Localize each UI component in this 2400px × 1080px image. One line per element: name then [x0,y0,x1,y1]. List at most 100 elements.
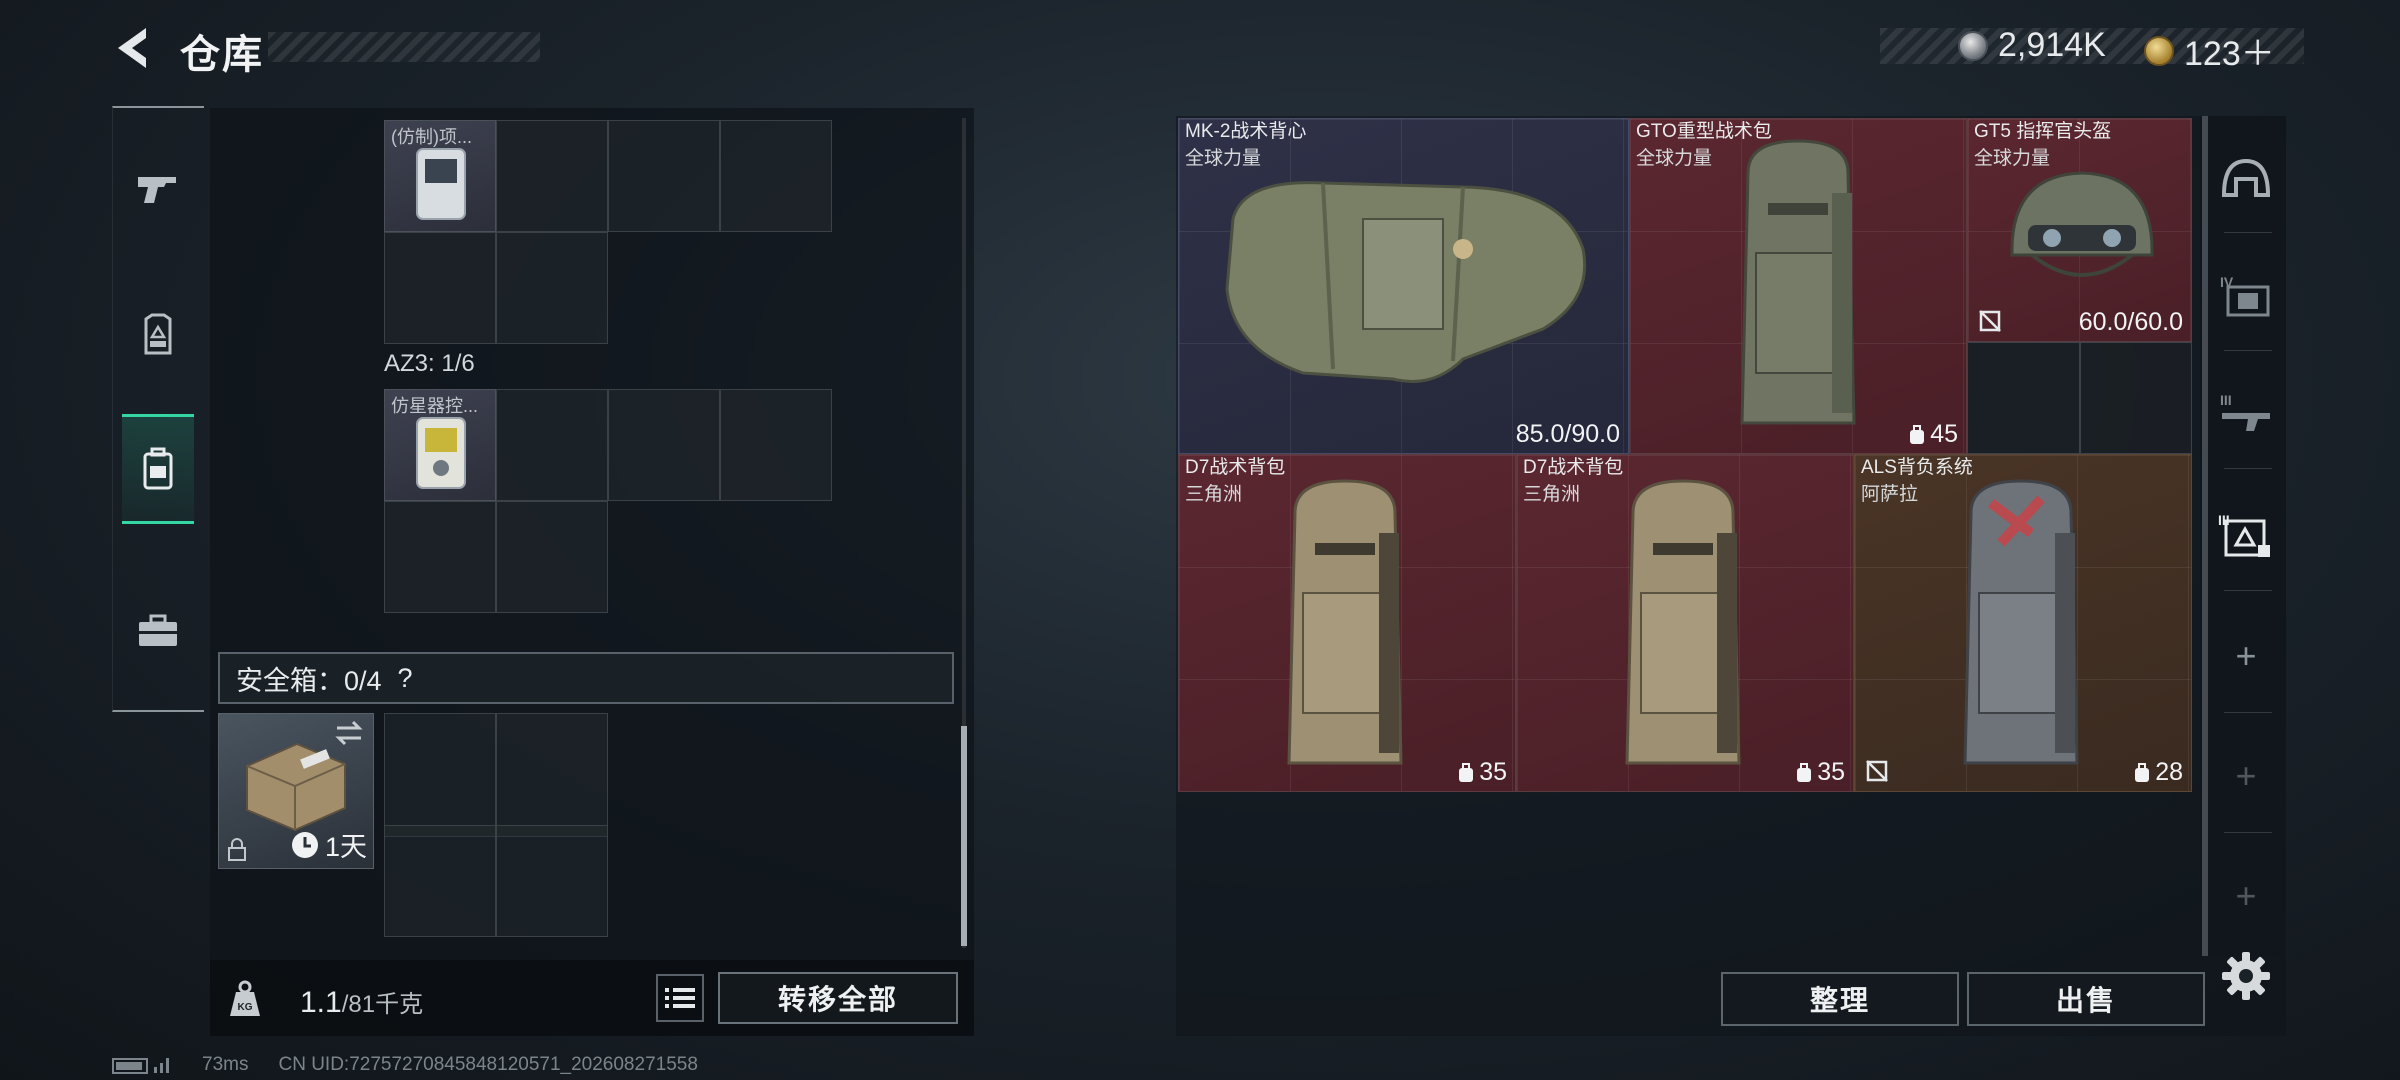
equipment-item-backpack[interactable]: D7战术背包 三角洲 35 [1516,454,1854,792]
grid-cell[interactable] [496,389,608,501]
grid-cell[interactable] [496,232,608,344]
III-vest-icon: III [2218,512,2270,557]
item-durability: 85.0/90.0 [1515,420,1620,448]
item-name: D7战术背包 [1185,457,1286,478]
tab-backpack[interactable] [122,414,194,524]
add-slot-button[interactable]: + [2218,748,2274,804]
item-faction: 全球力量 [1974,148,2051,169]
backpack-item-icon [1740,139,1856,425]
backpack-item-icon [1287,479,1403,765]
settings-button[interactable] [2220,950,2272,1002]
grid-cell[interactable] [720,120,832,232]
tab-chest-rig[interactable] [122,280,194,390]
item-capacity: 35 [1457,758,1507,787]
grid-cell[interactable] [608,120,720,232]
item-capacity: 28 [2133,758,2183,787]
safe-box-slot[interactable] [496,825,608,937]
right-nav-gun-iii[interactable]: III [2218,386,2274,442]
empty-slot[interactable] [2080,342,2192,454]
backpack-item-icon [1963,479,2079,765]
equipment-item-backpack[interactable]: GTO重型战术包 全球力量 45 [1629,118,1967,454]
backpack-small-icon [1797,762,1812,782]
az3-capacity-label: AZ3: 1/6 [384,350,475,377]
title-decoration [268,32,540,62]
equipment-item-backpack[interactable]: D7战术背包 三角洲 35 [1178,454,1516,792]
right-nav-vest-iii[interactable]: III [2218,508,2274,564]
add-slot-button[interactable]: + [2218,628,2274,684]
item-capacity: 45 [1908,420,1958,449]
safe-box-item[interactable]: 1天 [218,713,374,869]
grid-cell[interactable] [720,389,832,501]
right-nav-scrollbar[interactable] [2202,116,2208,956]
current-weight: 1.1 [300,986,342,1019]
backpack-small-icon [1910,424,1925,444]
uid-readout: CN UID:72757270845848120571_202608271558 [278,1054,698,1075]
item-name: MK-2战术背心 [1185,121,1307,142]
back-button[interactable] [108,22,158,74]
sell-button[interactable]: 出售 [1967,972,2205,1026]
swap-icon[interactable] [333,720,365,746]
tab-weapons[interactable] [122,134,194,244]
toolbox-icon [139,614,177,646]
III-gun-icon: III [2220,392,2270,431]
transfer-all-button[interactable]: 转移全部 [718,972,958,1024]
IV-armor-icon: IV [2220,274,2270,317]
lock-icon [228,838,246,861]
item-faction: 全球力量 [1636,148,1713,169]
tab-toolbox[interactable] [122,576,194,686]
scrollbar-thumb[interactable] [961,726,967,946]
item-capacity: 35 [1795,758,1845,787]
item-name: ALS背负系统 [1861,457,1973,478]
grid-cell[interactable] [608,389,720,501]
item-faction: 阿萨拉 [1861,484,1919,505]
backpack-icon [143,447,173,490]
storage-item[interactable]: 仿星器控... [384,389,496,501]
empty-slot[interactable] [1967,342,2080,454]
svg-text:III: III [2220,392,2232,408]
add-slot-button[interactable]: + [2218,868,2274,924]
gold-currency[interactable]: 123＋ [2144,26,2275,75]
equipment-item-backpack[interactable]: ALS背负系统 阿萨拉 28 [1854,454,2192,792]
item-name: D7战术背包 [1523,457,1624,478]
item-durability: 60.0/60.0 [2078,308,2183,336]
sort-button[interactable]: 整理 [1721,972,1959,1026]
grid-cell[interactable] [496,501,608,613]
safe-box-slot[interactable] [496,713,608,837]
item-name: GTO重型战术包 [1636,121,1772,142]
safe-box-slot[interactable] [384,713,496,837]
item-faction: 三角洲 [1523,484,1581,505]
item-package-icon [416,148,466,220]
list-icon [665,988,695,1008]
chest-rig-icon [144,313,172,355]
grid-cell[interactable] [384,232,496,344]
helmet-icon [2221,158,2271,197]
clock-icon [291,831,318,858]
weight-icon: KG [226,980,264,1018]
grid-cell[interactable] [384,501,496,613]
battery-signal-icon [112,1058,169,1074]
svg-text:KG: KG [238,1002,253,1013]
no-repair-icon [1979,310,2001,332]
gold-coin-icon [2144,35,2174,66]
safe-box-slot[interactable] [384,825,496,937]
silver-currency[interactable]: 2,914K [1958,26,2106,65]
backpack-small-icon [2135,762,2150,782]
ping-readout: 73ms [202,1054,249,1075]
item-name: GT5 指挥官头盔 [1974,121,2112,142]
gear-icon [2222,952,2270,1000]
right-nav-armor-iv[interactable]: IV [2218,268,2274,324]
equipment-item-vest[interactable]: MK-2战术背心 全球力量 85.0/90.0 [1178,118,1629,454]
item-faction: 全球力量 [1185,148,1262,169]
equipment-item-helmet[interactable]: GT5 指挥官头盔 全球力量 60.0/60.0 [1967,118,2192,342]
grid-cell[interactable] [496,120,608,232]
list-view-button[interactable] [656,974,704,1022]
right-nav-helmet[interactable] [2218,150,2274,206]
safe-box-header: 安全箱：0/4 ? [218,652,954,704]
backpack-small-icon [1459,762,1474,782]
no-repair-icon [1866,760,1888,782]
safe-case-icon [246,742,346,832]
help-icon[interactable]: ? [398,663,413,694]
storage-item[interactable]: (仿制)项... [384,120,496,232]
page-title: 仓库 [180,33,264,77]
gun-icon [138,177,176,203]
